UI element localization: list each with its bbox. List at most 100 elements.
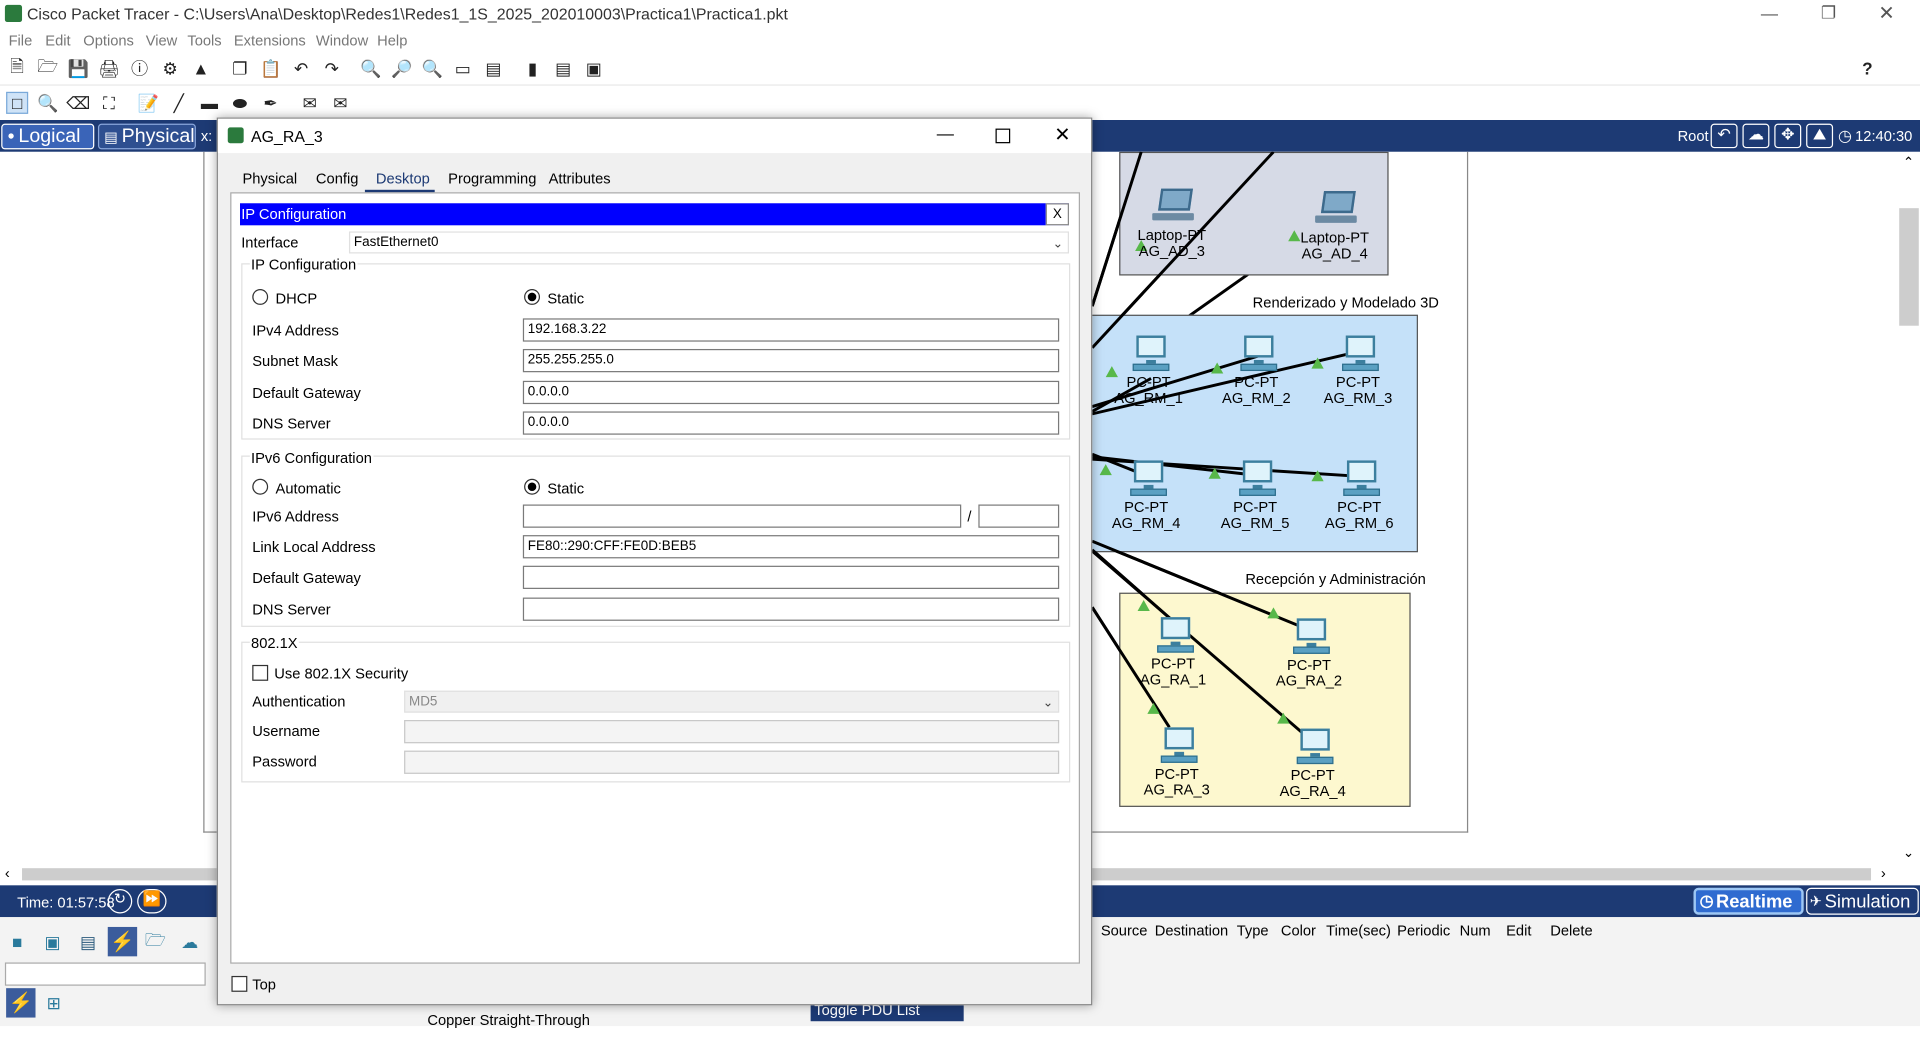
- back-icon[interactable]: ↶: [1710, 123, 1738, 149]
- copy-icon[interactable]: ❐: [229, 58, 251, 80]
- link-local-field[interactable]: FE80::290:CFF:FE0D:BEB5: [522, 535, 1060, 559]
- menu-file[interactable]: File: [9, 32, 33, 49]
- draw-ellipse-icon[interactable]: ⬬: [229, 92, 251, 114]
- end-devices-icon[interactable]: ▣: [42, 931, 64, 953]
- static6-radio[interactable]: [524, 478, 541, 495]
- realtime-button[interactable]: ◷ Realtime: [1693, 887, 1804, 915]
- pc-device[interactable]: PC-PT AG_RM_1: [1100, 335, 1198, 407]
- menu-options[interactable]: Options: [83, 32, 134, 49]
- dns-server-field[interactable]: 0.0.0.0: [522, 411, 1060, 435]
- minimize-icon[interactable]: —: [1761, 4, 1778, 24]
- misc-icon[interactable]: 🗁: [144, 929, 166, 953]
- window-maximize-icon[interactable]: [995, 128, 1011, 144]
- complex-pdu-icon[interactable]: ✉: [329, 92, 351, 114]
- scroll-up-icon[interactable]: ⌃: [1903, 154, 1914, 171]
- tab-desktop[interactable]: Desktop: [376, 170, 430, 187]
- open-folder-icon[interactable]: 🗁: [37, 56, 59, 80]
- network-info-icon[interactable]: ⚙: [159, 58, 181, 80]
- zoom-in-icon[interactable]: 🔍: [360, 58, 382, 80]
- close-icon[interactable]: ✕: [1878, 1, 1894, 25]
- simulation-button[interactable]: ✈ Simulation: [1806, 887, 1919, 915]
- help-icon[interactable]: ?: [1856, 58, 1878, 80]
- tab-physical[interactable]: ▤ Physical: [97, 123, 196, 150]
- delete-icon[interactable]: ⌫: [66, 92, 90, 114]
- ipv6-prefix-field[interactable]: [978, 504, 1060, 528]
- inspect-icon[interactable]: 🔍: [37, 92, 59, 114]
- laptop-device[interactable]: Laptop-PT AG_AD_4: [1286, 191, 1384, 262]
- dhcp-radio[interactable]: [252, 288, 269, 305]
- scroll-right-icon[interactable]: ›: [1881, 864, 1886, 881]
- draw-rectangle-icon[interactable]: ▬: [198, 92, 220, 114]
- tab-programming[interactable]: Programming: [448, 170, 536, 187]
- redo-icon[interactable]: ↷: [321, 58, 343, 80]
- info-icon[interactable]: ⓘ: [129, 58, 151, 80]
- window-close-icon[interactable]: ✕: [1054, 122, 1070, 146]
- vertical-scrollbar[interactable]: ⌃ ⌄: [1897, 151, 1920, 865]
- pc-device[interactable]: PC-PT AG_RM_5: [1206, 460, 1304, 531]
- laptop-device[interactable]: Laptop-PT AG_AD_3: [1123, 188, 1221, 260]
- ipv6-gateway-field[interactable]: [522, 565, 1060, 589]
- zoom-reset-icon[interactable]: 🔎: [391, 58, 413, 80]
- activity-wizard-icon[interactable]: ▲: [190, 58, 212, 80]
- save-icon[interactable]: 💾: [67, 58, 89, 80]
- select-icon[interactable]: □: [6, 91, 29, 114]
- custom-device-icon[interactable]: ▤: [482, 58, 504, 80]
- fast-forward-icon[interactable]: ⏩: [137, 888, 167, 914]
- cloud-icon[interactable]: ☁: [1742, 123, 1770, 149]
- menu-extensions[interactable]: Extensions: [234, 32, 306, 49]
- multiuser-icon[interactable]: ☁: [179, 931, 201, 953]
- undo-icon[interactable]: ↶: [290, 58, 312, 80]
- print-icon[interactable]: 🖨: [98, 58, 120, 80]
- pc-device[interactable]: PC-PT AG_RA_1: [1124, 617, 1222, 688]
- new-file-icon[interactable]: 🗎: [6, 56, 28, 80]
- pc-device[interactable]: PC-PT AG_RA_2: [1260, 618, 1358, 689]
- move-icon[interactable]: ✥: [1774, 123, 1802, 149]
- ipv4-address-field[interactable]: 192.168.3.22: [522, 318, 1060, 342]
- pc-device[interactable]: PC-PT AG_RA_3: [1128, 727, 1226, 798]
- tab-physical[interactable]: Physical: [242, 170, 297, 187]
- paste-icon[interactable]: 📋: [260, 58, 282, 80]
- pc-device[interactable]: PC-PT AG_RM_3: [1309, 335, 1407, 407]
- ip-config-close-button[interactable]: X: [1045, 203, 1069, 226]
- vertical-scroll-thumb[interactable]: [1899, 208, 1919, 326]
- username-field[interactable]: [404, 720, 1060, 744]
- freeform-icon[interactable]: ✒: [260, 92, 282, 114]
- tab-config[interactable]: Config: [316, 170, 358, 187]
- default-gateway-field[interactable]: 0.0.0.0: [522, 380, 1060, 405]
- ipv6-address-field[interactable]: [522, 504, 962, 528]
- drawing-palette-icon[interactable]: ▭: [452, 58, 474, 80]
- authentication-select[interactable]: MD5 ⌄: [404, 690, 1060, 713]
- window-title-bar[interactable]: AG_RA_3 — ✕: [217, 118, 1092, 154]
- menu-edit[interactable]: Edit: [45, 32, 70, 49]
- viewport-icon[interactable]: ▮: [522, 58, 544, 80]
- tab-logical[interactable]: ● Logical: [1, 123, 95, 150]
- static-radio[interactable]: [524, 288, 541, 305]
- password-field[interactable]: [404, 750, 1060, 774]
- pdu-icon[interactable]: ▣: [583, 58, 605, 80]
- menu-tools[interactable]: Tools: [187, 32, 221, 49]
- window-minimize-icon[interactable]: —: [937, 124, 954, 144]
- resize-icon[interactable]: ⛶: [98, 92, 120, 114]
- dot1x-checkbox[interactable]: [252, 664, 269, 681]
- menu-help[interactable]: Help: [377, 32, 407, 49]
- draw-line-icon[interactable]: ╱: [168, 92, 190, 114]
- pc-device[interactable]: PC-PT AG_RA_4: [1264, 728, 1362, 800]
- pc-device[interactable]: PC-PT AG_RM_2: [1207, 335, 1305, 407]
- menu-view[interactable]: View: [146, 32, 178, 49]
- ipv6-dns-field[interactable]: [522, 597, 1060, 621]
- automatic-radio[interactable]: [252, 478, 269, 495]
- interface-select[interactable]: FastEthernet0 ⌄: [348, 231, 1069, 254]
- components-icon[interactable]: ▤: [77, 931, 99, 953]
- menu-window[interactable]: Window: [316, 32, 368, 49]
- zoom-out-icon[interactable]: 🔍: [421, 58, 443, 80]
- power-cycle-icon[interactable]: ↻: [107, 888, 133, 914]
- device-search-input[interactable]: [4, 962, 206, 986]
- top-checkbox[interactable]: [231, 975, 248, 992]
- pc-device[interactable]: PC-PT AG_RM_6: [1310, 460, 1408, 531]
- scroll-left-icon[interactable]: ‹: [5, 864, 10, 881]
- auto-connect-icon[interactable]: ⚡: [6, 988, 36, 1018]
- scroll-down-icon[interactable]: ⌄: [1903, 845, 1914, 861]
- device-dialog-icon[interactable]: ▤: [552, 58, 574, 80]
- viewport-image-icon[interactable]: ⛰: [1806, 123, 1834, 149]
- restore-icon[interactable]: ❐: [1821, 2, 1836, 23]
